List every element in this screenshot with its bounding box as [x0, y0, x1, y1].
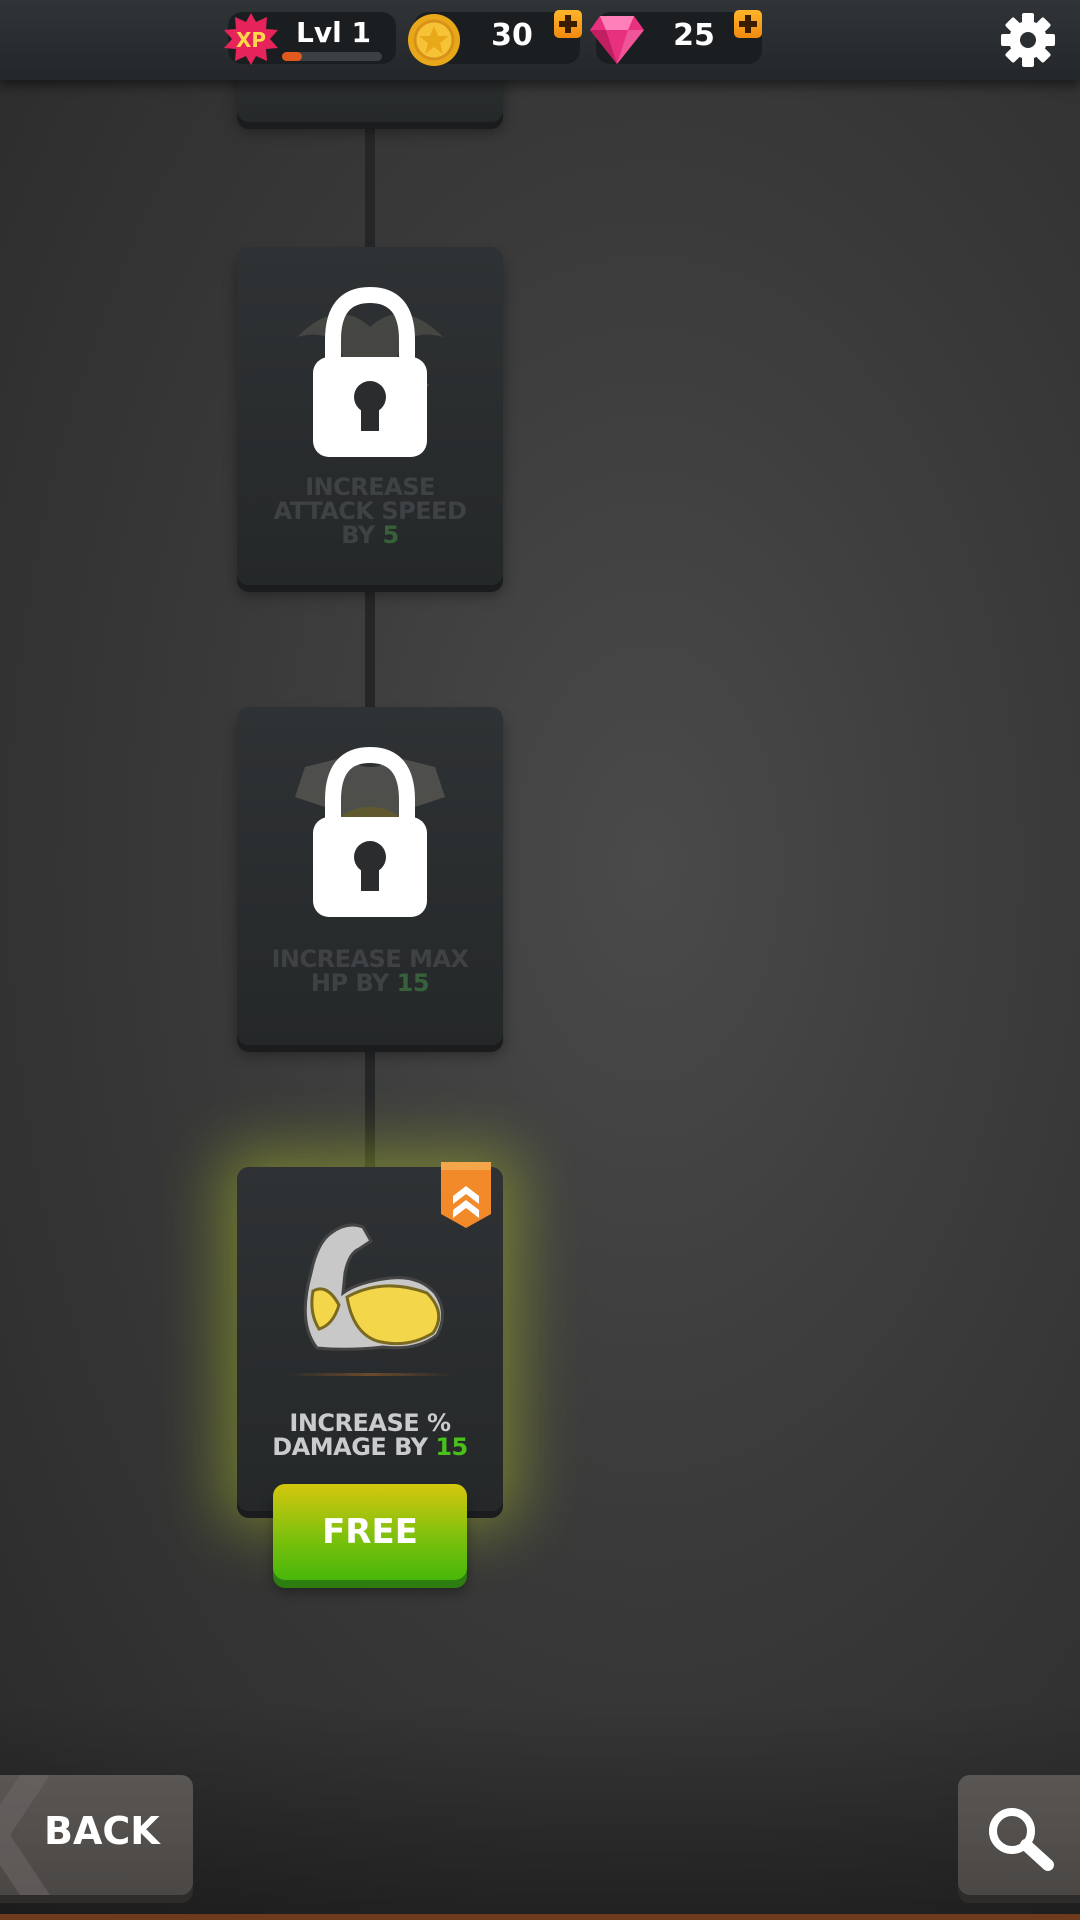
skill-description: INCREASE % DAMAGE BY 15: [247, 1411, 493, 1459]
lock-icon: [313, 746, 427, 917]
tree-connector: [365, 120, 375, 250]
skill-line: DAMAGE BY: [272, 1433, 436, 1461]
xp-progress-bar: [282, 52, 382, 61]
plus-icon: [739, 15, 757, 33]
back-label: BACK: [44, 1809, 160, 1853]
level-label: Lvl 1: [296, 16, 371, 49]
tree-connector: [365, 1046, 375, 1176]
skill-line: BY: [341, 521, 383, 549]
gem-count: 25: [673, 18, 715, 53]
flexed-arm-icon: [303, 1223, 444, 1351]
card-divider: [287, 1373, 453, 1376]
xp-badge-icon: XP: [224, 13, 278, 65]
xp-progress-fill: [282, 52, 302, 61]
coin-count: 30: [491, 18, 533, 53]
top-hud: XP Lvl 1 30 25: [0, 0, 1080, 80]
skill-description: INCREASE ATTACK SPEED BY 5: [247, 475, 493, 547]
skill-value: 5: [382, 521, 400, 549]
add-gems-button[interactable]: [734, 10, 762, 38]
xp-badge-text: XP: [236, 28, 266, 52]
skill-card-attack-speed[interactable]: INCREASE ATTACK SPEED BY 5: [237, 247, 503, 585]
back-button[interactable]: BACK: [0, 1775, 193, 1895]
lock-icon: [313, 286, 427, 457]
skill-value: 15: [435, 1433, 468, 1461]
plus-icon: [559, 15, 577, 33]
add-coins-button[interactable]: [554, 10, 582, 38]
bottom-strip: [0, 1914, 1080, 1920]
tree-connector: [365, 585, 375, 715]
magnifier-icon: [989, 1808, 1054, 1871]
skill-description: INCREASE MAX HP BY 15: [247, 947, 493, 995]
coin-icon: [408, 14, 460, 66]
skill-card-max-hp[interactable]: INCREASE MAX HP BY 15: [237, 707, 503, 1045]
gem-icon: [590, 16, 644, 64]
skill-line: HP BY: [310, 969, 397, 997]
settings-gear-icon[interactable]: [1000, 12, 1056, 68]
rank-chevron-badge-icon: [441, 1162, 491, 1228]
skill-value: 15: [396, 969, 430, 997]
search-button[interactable]: [958, 1775, 1080, 1895]
free-unlock-button[interactable]: FREE: [273, 1484, 467, 1580]
